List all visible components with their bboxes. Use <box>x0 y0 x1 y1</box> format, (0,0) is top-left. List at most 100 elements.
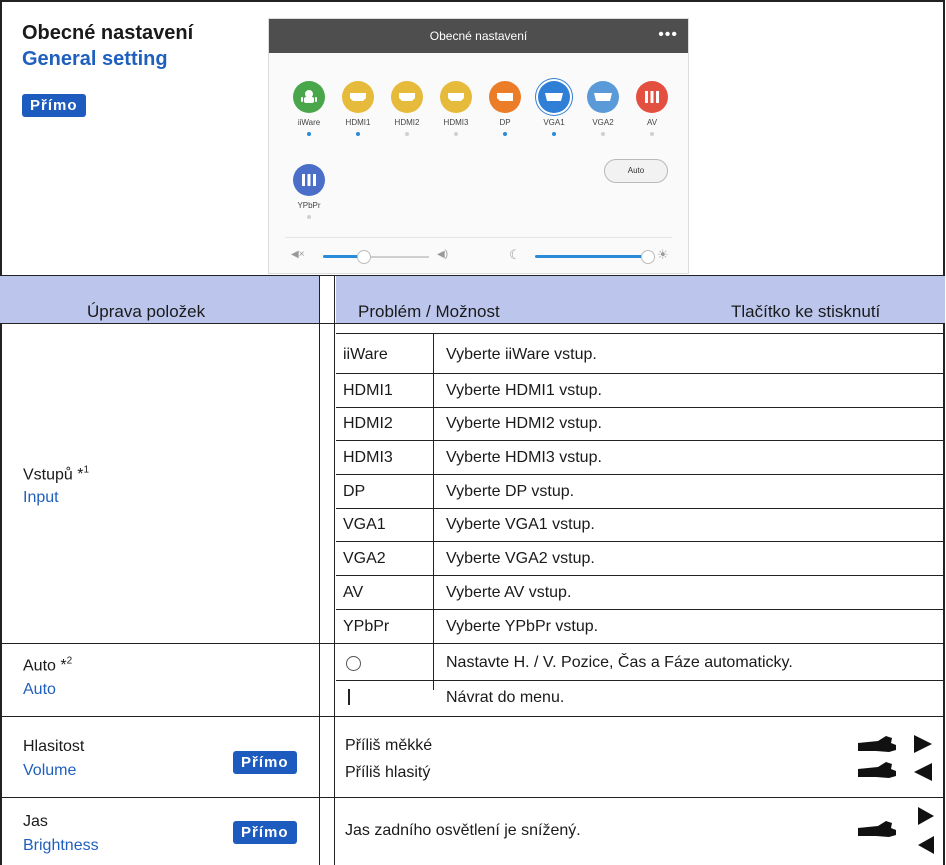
header-problem: Problém / Možnost <box>358 302 500 321</box>
sun-icon: ☀ <box>657 247 669 262</box>
option-desc: Vyberte HDMI1 vstup. <box>446 382 602 399</box>
source-label: VGA2 <box>592 118 614 127</box>
option-key: VGA2 <box>343 550 386 567</box>
source-label: VGA1 <box>543 118 565 127</box>
option-desc: Vyberte VGA2 vstup. <box>446 550 595 567</box>
rca-icon <box>636 81 668 113</box>
direct-badge: Přímo <box>233 821 297 844</box>
source-dot <box>356 132 360 136</box>
column-divider <box>319 276 320 865</box>
header-item: Úprava položek <box>87 302 206 321</box>
volume-label-cz: Hlasitost <box>23 738 85 755</box>
source-hdmi1[interactable]: HDMI1 <box>336 81 380 136</box>
component-icon <box>293 164 325 196</box>
volume-label-en: Volume <box>23 762 77 779</box>
option-desc: Vyberte HDMI2 vstup. <box>446 415 602 432</box>
brightness-option: Jas zadního osvětlení je snížený. <box>345 822 581 839</box>
brightness-label-cz: Jas <box>23 813 48 830</box>
option-desc: Vyberte DP vstup. <box>446 483 575 500</box>
rule <box>336 680 945 681</box>
auto-label-cz: Auto *2 <box>23 656 72 675</box>
more-menu-icon[interactable]: ••• <box>658 19 678 51</box>
footnote-1: *1 <box>77 465 90 484</box>
moon-icon: ☾ <box>509 247 521 262</box>
bar-button-icon <box>348 689 350 705</box>
circle-button-icon <box>346 656 361 671</box>
rule <box>336 440 945 441</box>
source-dot <box>650 132 654 136</box>
rule <box>336 373 945 374</box>
source-dot <box>307 215 311 219</box>
source-dot <box>601 132 605 136</box>
rule <box>336 609 945 610</box>
screenshot-title-bar: Obecné nastavení ••• <box>269 19 688 53</box>
auto-label-en: Auto <box>23 681 56 698</box>
source-dot <box>307 132 311 136</box>
option-key: DP <box>343 483 366 500</box>
source-vga2[interactable]: VGA2 <box>581 81 625 136</box>
android-icon <box>293 81 325 113</box>
source-ypbpr[interactable]: YPbPr <box>287 164 331 219</box>
source-dot <box>405 132 409 136</box>
pointing-hand-icon <box>858 821 896 837</box>
right-arrow-icon <box>914 735 932 753</box>
hdmi-icon <box>391 81 423 113</box>
vga-icon <box>587 81 619 113</box>
source-vga1[interactable]: VGA1 <box>532 81 576 136</box>
option-desc: Vyberte AV vstup. <box>446 584 572 601</box>
auto-button[interactable]: Auto <box>604 159 668 183</box>
pointing-hand-icon <box>858 762 896 778</box>
source-iiware[interactable]: iiWare <box>287 81 331 136</box>
source-hdmi3[interactable]: HDMI3 <box>434 81 478 136</box>
inner-divider <box>433 333 434 690</box>
mute-icon: ◀× <box>291 249 305 260</box>
option-desc: Vyberte YPbPr vstup. <box>446 618 599 635</box>
source-hdmi2[interactable]: HDMI2 <box>385 81 429 136</box>
screenshot-title: Obecné nastavení <box>429 29 528 43</box>
option-key: AV <box>343 584 364 601</box>
auto-option-desc: Nastavte H. / V. Pozice, Čas a Fáze auto… <box>446 654 793 671</box>
brightness-slider-knob[interactable] <box>641 250 655 264</box>
option-key: HDMI1 <box>343 382 393 399</box>
rule <box>336 407 945 408</box>
left-arrow-icon <box>914 763 932 781</box>
header-button: Tlačítko ke stisknutí <box>731 302 881 321</box>
option-desc: Vyberte iiWare vstup. <box>446 346 597 363</box>
input-label-cz: Vstupů *1 <box>23 465 89 484</box>
pointing-hand-icon <box>858 736 896 752</box>
volume-buttons-icon <box>858 735 932 781</box>
left-arrow-icon <box>918 836 934 854</box>
source-dot <box>503 132 507 136</box>
rule <box>336 333 945 334</box>
rule <box>0 323 945 324</box>
rule <box>336 541 945 542</box>
footnote-2: *2 <box>60 656 73 675</box>
option-desc: Vyberte HDMI3 vstup. <box>446 449 602 466</box>
brightness-slider-fill <box>535 255 647 258</box>
source-label: YPbPr <box>297 201 321 210</box>
source-label: HDMI1 <box>345 118 371 127</box>
right-arrow-icon <box>918 807 934 825</box>
source-label: HDMI3 <box>443 118 469 127</box>
volume-slider-knob[interactable] <box>357 250 371 264</box>
volume-slider-track[interactable] <box>363 255 429 258</box>
displayport-icon <box>489 81 521 113</box>
source-av[interactable]: AV <box>630 81 674 136</box>
option-desc: Vyberte VGA1 vstup. <box>446 516 595 533</box>
source-label: DP <box>499 118 511 127</box>
input-label-text: Vstupů <box>23 466 73 484</box>
rule <box>336 575 945 576</box>
source-dp[interactable]: DP <box>483 81 527 136</box>
volume-up-icon: ◀) <box>437 249 449 260</box>
auto-return-desc: Návrat do menu. <box>446 689 565 706</box>
option-key: HDMI2 <box>343 415 393 432</box>
option-key: YPbPr <box>343 618 390 635</box>
divider <box>285 237 672 238</box>
option-key: iiWare <box>343 346 388 363</box>
hdmi-icon <box>440 81 472 113</box>
brightness-buttons-icon <box>858 807 934 854</box>
rule <box>336 474 945 475</box>
direct-badge: Přímo <box>233 751 297 774</box>
direct-badge: Přímo <box>22 94 86 117</box>
source-label: HDMI2 <box>394 118 420 127</box>
